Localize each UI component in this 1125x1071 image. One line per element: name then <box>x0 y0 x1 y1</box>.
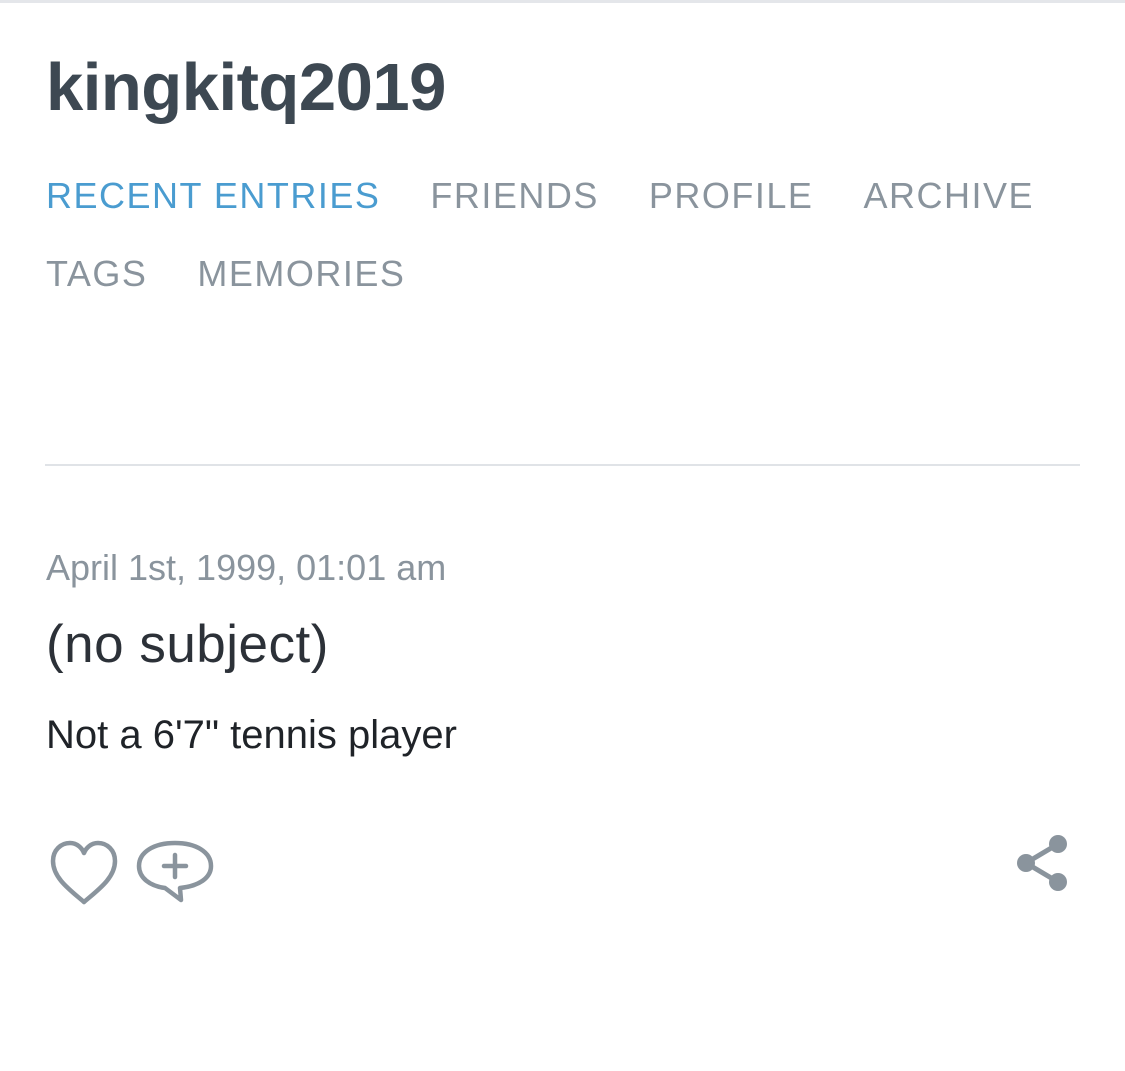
comment-button[interactable] <box>135 838 217 908</box>
share-button[interactable] <box>1012 832 1072 894</box>
nav-row-2: TAGS MEMORIES <box>46 250 1086 298</box>
top-border <box>0 0 1125 3</box>
nav-row-1: RECENT ENTRIES FRIENDS PROFILE ARCHIVE <box>46 172 1086 220</box>
nav-tags[interactable]: TAGS <box>46 253 147 295</box>
entry-body: Not a 6'7" tennis player <box>46 713 457 757</box>
nav-archive[interactable]: ARCHIVE <box>863 175 1034 217</box>
nav-friends[interactable]: FRIENDS <box>430 175 599 217</box>
like-button[interactable] <box>48 838 120 908</box>
journal-title[interactable]: kingkitq2019 <box>46 48 446 128</box>
nav-recent-entries[interactable]: RECENT ENTRIES <box>46 175 380 217</box>
entry-date[interactable]: April 1st, 1999, 01:01 am <box>46 546 446 590</box>
journal-nav: RECENT ENTRIES FRIENDS PROFILE ARCHIVE T… <box>46 172 1086 298</box>
share-icon <box>1017 835 1067 891</box>
comment-add-icon <box>136 840 214 903</box>
heart-icon <box>50 840 118 905</box>
entry-subject[interactable]: (no subject) <box>46 612 329 678</box>
divider <box>45 464 1080 466</box>
nav-profile[interactable]: PROFILE <box>649 175 814 217</box>
nav-memories[interactable]: MEMORIES <box>197 253 405 295</box>
